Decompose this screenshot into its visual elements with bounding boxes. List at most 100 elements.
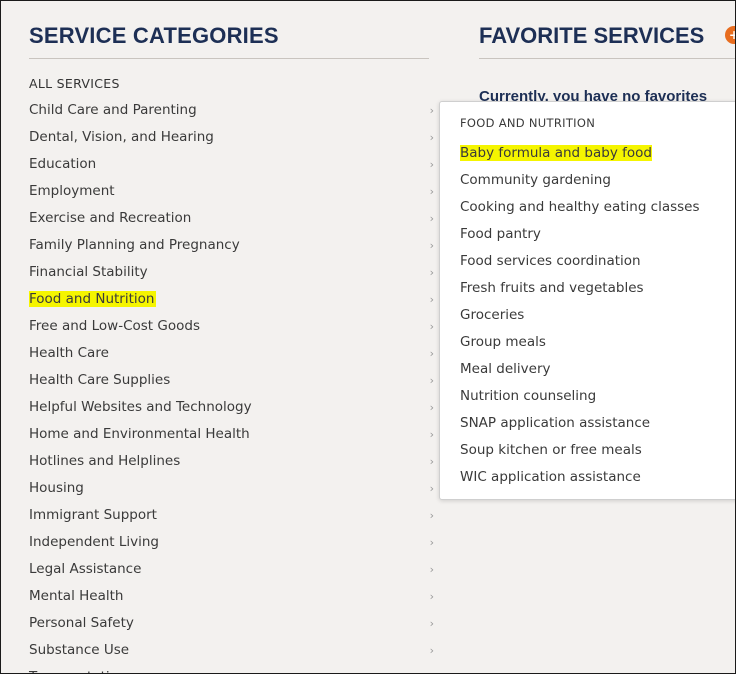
favorite-badge-icon: +	[725, 26, 735, 44]
subcategory-list: Baby formula and baby food Community gard…	[460, 140, 700, 491]
chevron-right-icon: ›	[429, 428, 434, 441]
subcategory-item[interactable]: Group meals	[460, 329, 700, 356]
subcategory-item[interactable]: Food services coordination	[460, 248, 700, 275]
category-item[interactable]: Health Care ›	[29, 340, 434, 367]
category-label: Helpful Websites and Technology	[29, 399, 252, 415]
subcategory-item[interactable]: SNAP application assistance	[460, 410, 700, 437]
category-label: Transportation	[29, 669, 126, 673]
subcategory-dropdown: FOOD AND NUTRITION Baby formula and baby…	[439, 101, 735, 500]
category-label: Legal Assistance	[29, 561, 142, 577]
category-item[interactable]: Helpful Websites and Technology ›	[29, 394, 434, 421]
chevron-right-icon: ›	[429, 644, 434, 657]
service-categories-panel: SERVICE CATEGORIES ALL SERVICES Child Ca…	[29, 1, 434, 673]
subcategory-label: Food pantry	[460, 226, 541, 242]
chevron-right-icon: ›	[429, 320, 434, 333]
subcategory-label: Baby formula and baby food	[460, 145, 652, 161]
chevron-right-icon: ›	[430, 664, 434, 673]
category-label: Housing	[29, 480, 84, 496]
chevron-right-icon: ›	[429, 374, 434, 387]
chevron-right-icon: ›	[429, 239, 434, 252]
category-item[interactable]: Family Planning and Pregnancy ›	[29, 232, 434, 259]
category-item[interactable]: Substance Use ›	[29, 637, 434, 664]
subcategory-label: WIC application assistance	[460, 469, 641, 485]
category-item[interactable]: Mental Health ›	[29, 583, 434, 610]
category-item[interactable]: Independent Living ›	[29, 529, 434, 556]
chevron-right-icon: ›	[429, 131, 434, 144]
subcategory-label: Group meals	[460, 334, 546, 350]
chevron-right-icon: ›	[429, 401, 434, 414]
category-item[interactable]: Home and Environmental Health ›	[29, 421, 434, 448]
category-label: Exercise and Recreation	[29, 210, 192, 226]
subcategory-label: Groceries	[460, 307, 525, 323]
all-services-link[interactable]: ALL SERVICES	[29, 76, 120, 91]
category-label: Health Care	[29, 345, 109, 361]
category-item[interactable]: Health Care Supplies ›	[29, 367, 434, 394]
chevron-right-icon: ›	[429, 185, 434, 198]
subcategory-label: SNAP application assistance	[460, 415, 651, 431]
chevron-right-icon: ›	[429, 158, 434, 171]
category-item[interactable]: Hotlines and Helplines ›	[29, 448, 434, 475]
category-label: Education	[29, 156, 97, 172]
category-label: Home and Environmental Health	[29, 426, 250, 442]
subcategory-item[interactable]: Food pantry	[460, 221, 700, 248]
chevron-right-icon: ›	[429, 536, 434, 549]
subcategory-label: Community gardening	[460, 172, 611, 188]
category-label: Dental, Vision, and Hearing	[29, 129, 214, 145]
category-item[interactable]: Child Care and Parenting ›	[29, 97, 434, 124]
category-item[interactable]: Employment ›	[29, 178, 434, 205]
chevron-right-icon: ›	[429, 266, 434, 279]
subcategory-label: Meal delivery	[460, 361, 551, 377]
subcategory-label: Cooking and healthy eating classes	[460, 199, 700, 215]
category-item[interactable]: Financial Stability ›	[29, 259, 434, 286]
category-item[interactable]: Exercise and Recreation ›	[29, 205, 434, 232]
subcategory-label: Fresh fruits and vegetables	[460, 280, 644, 296]
category-label: Free and Low-Cost Goods	[29, 318, 200, 334]
category-label: Family Planning and Pregnancy	[29, 237, 240, 253]
category-label: Immigrant Support	[29, 507, 157, 523]
chevron-right-icon: ›	[429, 590, 434, 603]
subcategory-item[interactable]: WIC application assistance	[460, 464, 700, 491]
category-label: Child Care and Parenting	[29, 102, 197, 118]
category-item[interactable]: Personal Safety ›	[29, 610, 434, 637]
category-item[interactable]: Education ›	[29, 151, 434, 178]
subcategory-label: Food services coordination	[460, 253, 641, 269]
subcategory-item[interactable]: Meal delivery	[460, 356, 700, 383]
favorite-services-heading: FAVORITE SERVICES	[479, 23, 705, 48]
category-list: Child Care and Parenting › Dental, Vision,…	[29, 97, 434, 673]
category-label: Substance Use	[29, 642, 130, 658]
chevron-right-icon: ›	[429, 482, 434, 495]
subcategory-item[interactable]: Fresh fruits and vegetables	[460, 275, 700, 302]
category-label: Health Care Supplies	[29, 372, 171, 388]
category-item[interactable]: Food and Nutrition ›	[29, 286, 434, 313]
chevron-right-icon: ›	[429, 293, 434, 306]
dropdown-title: FOOD AND NUTRITION	[460, 116, 596, 130]
category-label: Food and Nutrition	[29, 291, 157, 307]
page-frame: SERVICE CATEGORIES ALL SERVICES Child Ca…	[0, 0, 736, 674]
chevron-right-icon: ›	[429, 617, 434, 630]
subcategory-item[interactable]: Baby formula and baby food	[460, 140, 700, 167]
chevron-right-icon: ›	[429, 347, 434, 360]
subcategory-label: Nutrition counseling	[460, 388, 597, 404]
category-label: Independent Living	[29, 534, 159, 550]
subcategory-item[interactable]: Community gardening	[460, 167, 700, 194]
favorites-divider	[479, 58, 735, 59]
category-item[interactable]: Immigrant Support ›	[29, 502, 434, 529]
category-item[interactable]: Housing ›	[29, 475, 434, 502]
category-item[interactable]: Transportation ›	[29, 664, 434, 673]
subcategory-item[interactable]: Nutrition counseling	[460, 383, 700, 410]
subcategory-item[interactable]: Soup kitchen or free meals	[460, 437, 700, 464]
chevron-right-icon: ›	[429, 563, 434, 576]
category-label: Personal Safety	[29, 615, 134, 631]
category-label: Mental Health	[29, 588, 124, 604]
chevron-right-icon: ›	[429, 509, 434, 522]
category-item[interactable]: Free and Low-Cost Goods ›	[29, 313, 434, 340]
chevron-right-icon: ›	[429, 455, 434, 468]
subcategory-item[interactable]: Cooking and healthy eating classes	[460, 194, 700, 221]
subcategory-item[interactable]: Groceries	[460, 302, 700, 329]
category-item[interactable]: Legal Assistance ›	[29, 556, 434, 583]
chevron-right-icon: ›	[429, 104, 434, 117]
category-item[interactable]: Dental, Vision, and Hearing ›	[29, 124, 434, 151]
category-label: Employment	[29, 183, 115, 199]
category-label: Financial Stability	[29, 264, 148, 280]
chevron-right-icon: ›	[429, 212, 434, 225]
